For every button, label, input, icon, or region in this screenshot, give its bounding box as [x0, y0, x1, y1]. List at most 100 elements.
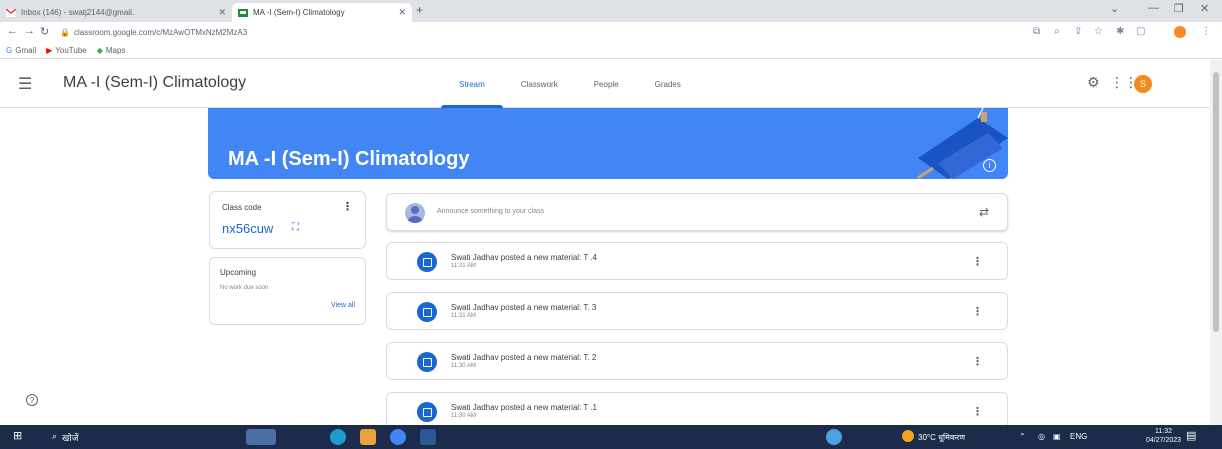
bookmark-youtube[interactable]: ▶ YouTube: [46, 46, 87, 55]
material-icon: [417, 402, 437, 422]
bookmarks-bar: G Gmail ▶ YouTube ◆ Maps: [0, 43, 1222, 59]
bookmark-gmail[interactable]: G Gmail: [6, 46, 36, 55]
upcoming-title: Upcoming: [220, 268, 257, 277]
stream-post[interactable]: Swati Jadhav posted a new material: T .4…: [386, 242, 1008, 280]
reload-icon[interactable]: ↻: [40, 25, 49, 38]
more-vert-icon[interactable]: ⋮: [972, 355, 983, 368]
restore-icon[interactable]: ❐: [1174, 2, 1184, 15]
more-vert-icon[interactable]: ⋮: [342, 200, 353, 213]
zoom-icon[interactable]: ⌕: [1054, 26, 1060, 37]
post-time: 11:31 AM: [451, 263, 476, 269]
clock-date: 04/27/2023: [1146, 437, 1182, 444]
bookmark-star-icon[interactable]: ☆: [1094, 26, 1103, 37]
bookmark-maps[interactable]: ◆ Maps: [97, 46, 126, 55]
account-avatar[interactable]: S: [1134, 75, 1152, 93]
show-hidden-icons[interactable]: ⌃: [1019, 432, 1026, 441]
browser-tab-bar: Inbox (146) - swatj2144@gmail. ✕ MA -I (…: [0, 0, 1222, 22]
tab-title: MA -I (Sem-I) Climatology: [253, 8, 345, 17]
tab-search-icon[interactable]: ⌄: [1110, 2, 1119, 15]
close-tab-icon[interactable]: ✕: [218, 7, 226, 18]
tab-title: Inbox (146) - swatj2144@gmail.: [21, 8, 135, 17]
youtube-icon: ▶: [46, 46, 53, 55]
install-icon[interactable]: ⧉: [1033, 26, 1040, 37]
more-vert-icon[interactable]: ⋮: [972, 305, 983, 318]
url-field[interactable]: 🔒 classroom.google.com/c/MzAwOTMxNzM2MzA…: [60, 25, 360, 40]
tab-people[interactable]: People: [576, 60, 637, 108]
photos-icon[interactable]: [420, 429, 436, 445]
class-code-label: Class code: [222, 203, 262, 212]
extensions-icon[interactable]: ✱: [1116, 26, 1124, 37]
scrollbar-thumb[interactable]: [1213, 72, 1219, 332]
tab-stream[interactable]: Stream: [441, 60, 503, 108]
class-code-value: nx56cuw: [222, 221, 274, 236]
class-code-card: Class code nx56cuw ⛶ ⋮: [209, 191, 366, 249]
minimize-icon[interactable]: —: [1148, 2, 1159, 14]
search-icon: ⌕: [52, 431, 58, 441]
volume-icon[interactable]: ▣: [1053, 432, 1061, 441]
hamburger-menu-icon[interactable]: ☰: [18, 74, 32, 94]
clock[interactable]: 11:32 04/27/2023: [1146, 427, 1181, 445]
app-icon[interactable]: [826, 429, 842, 445]
chrome-icon[interactable]: [390, 429, 406, 445]
url-text: classroom.google.com/c/MzAwOTMxNzM2MzA3: [73, 28, 248, 37]
task-view-icon[interactable]: [246, 429, 276, 445]
taskbar-search-label: खोजें: [62, 433, 79, 443]
language-indicator[interactable]: ENG: [1070, 432, 1087, 441]
weather-text[interactable]: 30°C धूमिकरण: [918, 432, 965, 443]
class-banner: MA -I (Sem-I) Climatology i: [208, 108, 1008, 179]
settings-gear-icon[interactable]: ⚙: [1087, 74, 1100, 91]
class-nav-tabs: Stream Classwork People Grades: [441, 60, 699, 108]
window-close-icon[interactable]: ✕: [1200, 2, 1209, 15]
classroom-icon: [238, 8, 248, 17]
new-tab-button[interactable]: +: [416, 3, 423, 17]
bookmark-label: Maps: [105, 46, 126, 55]
tab-grades[interactable]: Grades: [637, 60, 699, 108]
weather-icon: [902, 430, 914, 442]
edge-icon[interactable]: [330, 429, 346, 445]
address-bar: ← → ↻ 🔒 classroom.google.com/c/MzAwOTMxN…: [0, 22, 1222, 43]
network-icon[interactable]: ◎: [1038, 432, 1045, 441]
back-icon[interactable]: ←: [7, 25, 18, 37]
repost-icon[interactable]: ⇄: [979, 205, 989, 219]
stream-post[interactable]: Swati Jadhav posted a new material: T. 3…: [386, 292, 1008, 330]
post-time: 11:31 AM: [451, 313, 476, 319]
fullscreen-icon[interactable]: ⛶: [292, 222, 299, 233]
announce-box[interactable]: Announce something to your class ⇄: [386, 193, 1008, 231]
tab-classroom[interactable]: MA -I (Sem-I) Climatology ✕: [232, 3, 412, 22]
browser-menu-icon[interactable]: ⋮: [1201, 26, 1211, 37]
page-scrollbar[interactable]: [1210, 60, 1222, 425]
post-time: 11:30 AM: [451, 413, 476, 419]
post-text: Swati Jadhav posted a new material: T. 3: [451, 303, 597, 312]
taskbar-search[interactable]: ⌕ खोजें: [52, 431, 78, 444]
view-all-link[interactable]: View all: [331, 302, 355, 309]
upcoming-card: Upcoming No work due soon View all: [209, 257, 366, 325]
notifications-icon[interactable]: ▤: [1186, 429, 1196, 442]
stream-post[interactable]: Swati Jadhav posted a new material: T. 2…: [386, 342, 1008, 380]
windows-taskbar: ⊞ ⌕ खोजें 30°C धूमिकरण ⌃ ◎ ▣ ENG 11:32 0…: [0, 425, 1222, 449]
more-vert-icon[interactable]: ⋮: [972, 255, 983, 268]
maps-icon: ◆: [96, 46, 103, 55]
upcoming-empty-text: No work due soon: [220, 285, 269, 291]
announce-placeholder: Announce something to your class: [437, 208, 545, 215]
material-icon: [417, 302, 437, 322]
post-text: Swati Jadhav posted a new material: T .4: [451, 253, 598, 262]
google-icon: G: [6, 46, 13, 55]
windows-start-icon[interactable]: ⊞: [13, 429, 22, 442]
tab-gmail[interactable]: Inbox (146) - swatj2144@gmail. ✕: [0, 3, 232, 22]
sidepanel-icon[interactable]: ▢: [1136, 26, 1145, 37]
more-vert-icon[interactable]: ⋮: [972, 405, 983, 418]
file-explorer-icon[interactable]: [360, 429, 376, 445]
forward-icon[interactable]: →: [24, 25, 35, 37]
class-title[interactable]: MA -I (Sem-I) Climatology: [63, 74, 246, 92]
stream-post[interactable]: Swati Jadhav posted a new material: T .1…: [386, 392, 1008, 425]
post-text: Swati Jadhav posted a new material: T. 2: [451, 353, 597, 362]
profile-avatar-icon[interactable]: [1174, 26, 1186, 38]
tab-classwork[interactable]: Classwork: [503, 60, 576, 108]
class-info-icon[interactable]: i: [983, 159, 996, 172]
post-text: Swati Jadhav posted a new material: T .1: [451, 403, 598, 412]
close-tab-icon[interactable]: ✕: [398, 7, 406, 18]
share-icon[interactable]: ⇪: [1074, 26, 1082, 37]
user-avatar-icon: [405, 203, 425, 223]
help-icon[interactable]: ?: [26, 394, 38, 406]
bookmark-label: YouTube: [55, 46, 87, 55]
